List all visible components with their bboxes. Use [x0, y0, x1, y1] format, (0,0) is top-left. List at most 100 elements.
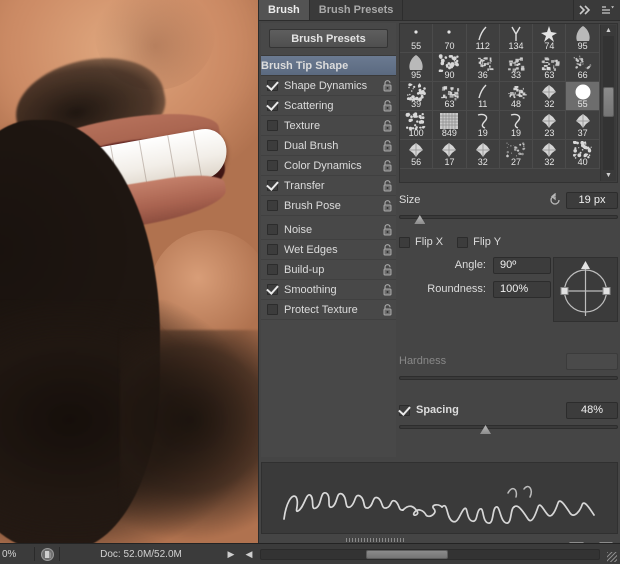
size-input[interactable]: 19 px: [566, 192, 618, 209]
brush-tip-cell[interactable]: 55: [400, 24, 433, 53]
image-canvas[interactable]: [0, 0, 258, 543]
brush-tip-cell[interactable]: 32: [467, 140, 500, 169]
brush-tip-cell[interactable]: 100: [400, 111, 433, 140]
brush-tip-cell[interactable]: 37: [566, 111, 599, 140]
panel-grip[interactable]: [346, 538, 406, 542]
brush-tip-cell[interactable]: 19: [467, 111, 500, 140]
brush-option-texture[interactable]: Texture: [261, 116, 396, 136]
spacing-slider-track[interactable]: [399, 425, 618, 429]
brush-tip-cell[interactable]: 63: [533, 53, 566, 82]
brush-option-dual-brush[interactable]: Dual Brush: [261, 136, 396, 156]
brush-tip-cell[interactable]: 32: [533, 82, 566, 111]
lock-icon[interactable]: [378, 264, 396, 276]
lock-icon[interactable]: [378, 80, 396, 92]
brush-tip-cell[interactable]: 95: [566, 24, 599, 53]
brush-tip-cell[interactable]: 48: [500, 82, 533, 111]
brush-tip-cell[interactable]: 70: [433, 24, 466, 53]
lock-icon[interactable]: [378, 120, 396, 132]
reset-arrow-icon[interactable]: [544, 193, 566, 207]
spacing-checkbox[interactable]: [399, 405, 410, 416]
lock-icon[interactable]: [378, 284, 396, 296]
brush-tip-cell[interactable]: 63: [433, 82, 466, 111]
angle-roundness-widget[interactable]: [553, 257, 618, 322]
brush-option-color-dynamics[interactable]: Color Dynamics: [261, 156, 396, 176]
tab-brush[interactable]: Brush: [259, 0, 310, 20]
left-arrow-icon[interactable]: ◀: [240, 549, 258, 560]
option-checkbox[interactable]: [267, 100, 278, 111]
brush-tip-cell[interactable]: 23: [533, 111, 566, 140]
brush-option-smoothing[interactable]: Smoothing: [261, 280, 396, 300]
option-checkbox[interactable]: [267, 264, 278, 275]
lock-icon[interactable]: [378, 100, 396, 112]
brush-tip-cell[interactable]: 56: [400, 140, 433, 169]
brush-tip-cell[interactable]: 66: [566, 53, 599, 82]
flip-y-group[interactable]: Flip Y: [457, 236, 501, 248]
brush-presets-button[interactable]: Brush Presets: [269, 29, 388, 48]
panel-menu-icon[interactable]: [596, 0, 620, 20]
angle-input[interactable]: 90º: [493, 257, 551, 274]
horizontal-scrollbar-thumb[interactable]: [366, 550, 448, 559]
brush-tip-cell[interactable]: 112: [467, 24, 500, 53]
scroll-down-icon[interactable]: ▼: [601, 170, 616, 181]
roundness-input[interactable]: 100%: [493, 281, 551, 298]
flip-y-checkbox[interactable]: [457, 237, 468, 248]
brush-grid-scrollbar[interactable]: ▲ ▼: [600, 25, 616, 181]
brush-tip-grid[interactable]: 55 70 112 134 74 95 95 90 36 33 63 66 39 63 11 48 32 55 10…: [399, 23, 618, 183]
spacing-slider[interactable]: [399, 422, 618, 435]
brush-option-brush-tip-shape[interactable]: Brush Tip Shape: [261, 56, 396, 76]
brush-tip-cell[interactable]: 39: [400, 82, 433, 111]
option-checkbox[interactable]: [267, 160, 278, 171]
lock-icon[interactable]: [378, 304, 396, 316]
lock-icon[interactable]: [378, 244, 396, 256]
option-checkbox[interactable]: [267, 200, 278, 211]
brush-tip-cell[interactable]: 134: [500, 24, 533, 53]
brush-option-build-up[interactable]: Build-up: [261, 260, 396, 280]
brush-option-noise[interactable]: Noise: [261, 216, 396, 240]
lock-icon[interactable]: [378, 200, 396, 212]
size-slider-track[interactable]: [399, 215, 618, 219]
lock-icon[interactable]: [378, 160, 396, 172]
option-checkbox[interactable]: [267, 224, 278, 235]
brush-tip-cell[interactable]: 33: [500, 53, 533, 82]
size-slider[interactable]: [399, 212, 618, 225]
brush-option-transfer[interactable]: Transfer: [261, 176, 396, 196]
scroll-up-icon[interactable]: ▲: [601, 25, 616, 36]
brush-tip-cell[interactable]: 849: [433, 111, 466, 140]
option-checkbox[interactable]: [267, 304, 278, 315]
tab-brush-presets[interactable]: Brush Presets: [310, 0, 404, 20]
option-checkbox[interactable]: [267, 180, 278, 191]
document-thumbnail-icon[interactable]: [35, 548, 59, 561]
brush-tip-cell[interactable]: 32: [533, 140, 566, 169]
brush-tip-cell[interactable]: 11: [467, 82, 500, 111]
doc-size-info[interactable]: Doc: 52.0M/52.0M: [60, 549, 222, 560]
option-checkbox[interactable]: [267, 120, 278, 131]
option-checkbox[interactable]: [267, 140, 278, 151]
zoom-level[interactable]: 0%: [0, 549, 34, 560]
brush-option-protect-texture[interactable]: Protect Texture: [261, 300, 396, 320]
option-checkbox[interactable]: [267, 284, 278, 295]
lock-icon[interactable]: [378, 140, 396, 152]
flip-x-group[interactable]: Flip X: [399, 236, 443, 248]
spacing-input[interactable]: 48%: [566, 402, 618, 419]
brush-tip-cell[interactable]: 95: [400, 53, 433, 82]
scrollbar-thumb[interactable]: [603, 87, 614, 117]
brush-tip-cell[interactable]: 40: [566, 140, 599, 169]
double-chevron-right-icon[interactable]: [574, 0, 596, 20]
window-resize-grip[interactable]: [607, 552, 617, 562]
brush-tip-cell[interactable]: 27: [500, 140, 533, 169]
brush-option-wet-edges[interactable]: Wet Edges: [261, 240, 396, 260]
brush-tip-cell[interactable]: 55: [566, 82, 599, 111]
brush-option-shape-dynamics[interactable]: Shape Dynamics: [261, 76, 396, 96]
brush-tip-cell[interactable]: 19: [500, 111, 533, 140]
brush-option-brush-pose[interactable]: Brush Pose: [261, 196, 396, 216]
brush-tip-cell[interactable]: 74: [533, 24, 566, 53]
play-arrow-icon[interactable]: ▶: [222, 549, 240, 560]
option-checkbox[interactable]: [267, 244, 278, 255]
brush-tip-cell[interactable]: 17: [433, 140, 466, 169]
lock-icon[interactable]: [378, 180, 396, 192]
brush-tip-cell[interactable]: 36: [467, 53, 500, 82]
lock-icon[interactable]: [378, 224, 396, 236]
option-checkbox[interactable]: [267, 80, 278, 91]
flip-x-checkbox[interactable]: [399, 237, 410, 248]
brush-tip-cell[interactable]: 90: [433, 53, 466, 82]
